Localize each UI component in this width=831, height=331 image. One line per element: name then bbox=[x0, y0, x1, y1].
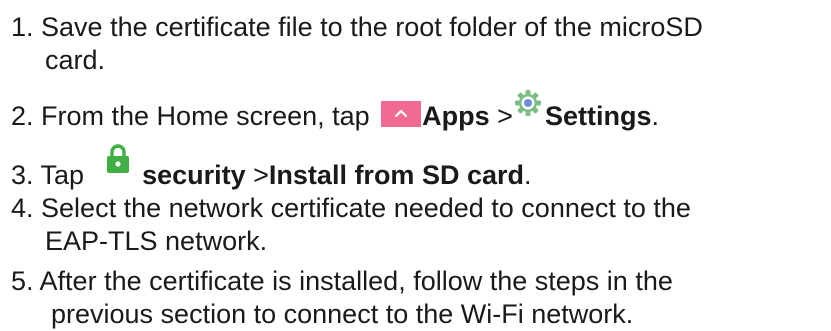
step-number: 3. bbox=[11, 160, 34, 190]
apps-label: Apps bbox=[422, 101, 490, 131]
step-text: Tap bbox=[33, 160, 85, 190]
breadcrumb-separator: > bbox=[489, 101, 513, 131]
step-text-continued: EAP-TLS network. bbox=[45, 226, 268, 256]
breadcrumb-separator: > bbox=[245, 160, 269, 190]
step-trail: . bbox=[651, 101, 659, 131]
step-number: 2. bbox=[11, 101, 34, 131]
settings-label: Settings bbox=[544, 101, 652, 131]
apps-icon bbox=[381, 101, 422, 127]
step-text: From the Home screen, tap bbox=[33, 101, 378, 131]
step-5: 5. After the certificate is installed, f… bbox=[11, 265, 673, 331]
step-text-continued: card. bbox=[45, 45, 106, 75]
step-text: Select the network certificate needed to… bbox=[33, 193, 691, 223]
step-2: 2. From the Home screen, tap Apps > Setti… bbox=[11, 89, 659, 133]
step-number: 5. bbox=[11, 266, 34, 296]
gear-icon bbox=[514, 90, 541, 116]
instruction-document: 1. Save the certificate file to the root… bbox=[0, 0, 831, 331]
step-number: 1. bbox=[11, 12, 34, 42]
step-1: 1. Save the certificate file to the root… bbox=[11, 11, 703, 77]
step-4: 4. Select the network certificate needed… bbox=[11, 192, 691, 258]
step-3: 3. Tap security >Install from SD card. bbox=[11, 144, 532, 192]
step-text-continued: previous section to connect to the Wi-Fi… bbox=[51, 299, 634, 329]
install-label: Install from SD card bbox=[268, 160, 524, 190]
lock-icon bbox=[107, 144, 130, 173]
step-trail: . bbox=[524, 160, 532, 190]
step-text: Save the certificate file to the root fo… bbox=[33, 12, 703, 42]
security-label: security bbox=[142, 160, 246, 190]
step-text: After the certificate is installed, foll… bbox=[33, 266, 673, 296]
step-number: 4. bbox=[11, 193, 34, 223]
